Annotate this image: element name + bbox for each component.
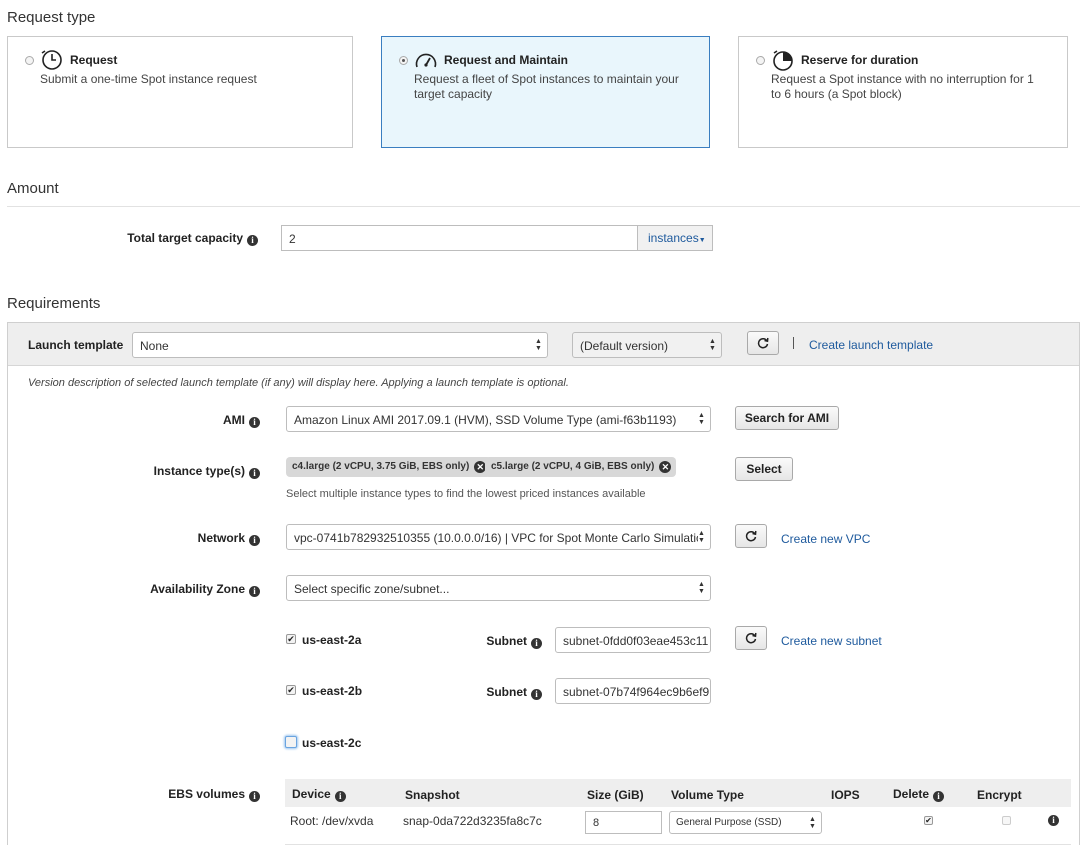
availability-zone-select[interactable]: Select specific zone/subnet... ▲ ▼: [286, 575, 711, 601]
requirements-title: Requirements: [7, 295, 101, 312]
subnet-refresh-button[interactable]: [735, 626, 767, 650]
create-new-vpc-link[interactable]: Create new VPC: [781, 532, 870, 546]
speedometer-icon: [415, 53, 437, 68]
device-column-header: Device i: [292, 787, 346, 802]
instance-types-hint: Select multiple instance types to find t…: [286, 488, 646, 500]
us-east-2a-checkbox[interactable]: ✔: [286, 634, 296, 644]
volume-type-column-header: Volume Type: [671, 788, 744, 802]
ami-value: Amazon Linux AMI 2017.09.1 (HVM), SSD Vo…: [294, 413, 677, 427]
network-value: vpc-0741b782932510355 (10.0.0.0/16) | VP…: [294, 531, 699, 545]
size-column-header: Size (GiB): [587, 788, 644, 802]
select-instance-types-button[interactable]: Select: [735, 457, 793, 481]
instance-types-label: Instance type(s) i: [120, 464, 260, 479]
request-type-title: Request type: [7, 9, 96, 26]
instance-type-chip: c4.large (2 vCPU, 3.75 GiB, EBS only) ✕: [286, 457, 492, 477]
request-radio[interactable]: [25, 56, 34, 65]
encrypt-column-header: Encrypt: [977, 788, 1022, 802]
us-east-2a-subnet-input[interactable]: subnet-0fdd0f03eae453c11: [555, 627, 711, 653]
snapshot-column-header: Snapshot: [405, 788, 460, 802]
refresh-icon: [745, 632, 757, 644]
launch-template-value: None: [140, 339, 169, 353]
us-east-2b-subnet-input[interactable]: subnet-07b74f964ec9b6ef9: [555, 678, 711, 704]
reserve-for-duration-title: Reserve for duration: [801, 53, 919, 67]
network-refresh-button[interactable]: [735, 524, 767, 548]
request-option-title: Request: [70, 53, 118, 67]
request-and-maintain-title: Request and Maintain: [444, 53, 569, 67]
remove-icon[interactable]: ✕: [659, 461, 672, 473]
updown-arrows-icon: ▲ ▼: [698, 581, 705, 595]
volume-type-value: General Purpose (SSD): [676, 817, 782, 828]
network-select[interactable]: vpc-0741b782932510355 (10.0.0.0/16) | VP…: [286, 524, 711, 550]
amount-divider: [7, 206, 1080, 207]
device-cell: Root: /dev/xvda: [290, 814, 374, 828]
request-option-card[interactable]: Request Submit a one-time Spot instance …: [7, 36, 353, 148]
amount-title: Amount: [7, 180, 59, 197]
encrypt-checkbox[interactable]: [1002, 816, 1011, 825]
caret-down-icon: ▼: [698, 237, 706, 244]
capacity-unit-label: instances: [648, 231, 699, 245]
info-icon[interactable]: i: [249, 417, 260, 428]
search-for-ami-button[interactable]: Search for AMI: [735, 406, 839, 430]
request-and-maintain-description: Request a fleet of Spot instances to mai…: [414, 72, 679, 101]
refresh-icon: [745, 530, 757, 542]
volume-size-input[interactable]: 8: [585, 811, 662, 834]
delete-on-termination-checkbox[interactable]: ✔: [924, 816, 933, 825]
request-and-maintain-option-card[interactable]: Request and Maintain Request a fleet of …: [381, 36, 710, 148]
updown-arrows-icon: ▲ ▼: [535, 338, 542, 352]
us-east-2c-label: us-east-2c: [302, 736, 362, 750]
info-icon[interactable]: i: [249, 791, 260, 802]
network-label: Network i: [150, 531, 260, 546]
request-and-maintain-radio[interactable]: [399, 56, 408, 65]
total-target-capacity-input[interactable]: 2: [281, 225, 639, 251]
info-icon[interactable]: i: [531, 638, 542, 649]
updown-arrows-icon: ▲ ▼: [698, 412, 705, 426]
delete-column-header: Delete i: [893, 787, 945, 802]
create-new-subnet-link[interactable]: Create new subnet: [781, 634, 882, 648]
launch-template-select[interactable]: None ▲ ▼: [132, 332, 548, 358]
launch-template-version-value: (Default version): [580, 339, 669, 353]
iops-column-header: IOPS: [831, 788, 860, 802]
volume-type-select[interactable]: General Purpose (SSD) ▲ ▼: [669, 811, 822, 834]
info-icon[interactable]: i: [247, 235, 258, 246]
request-option-description: Submit a one-time Spot instance request: [40, 72, 257, 86]
instance-type-chip: c5.large (2 vCPU, 4 GiB, EBS only) ✕: [485, 457, 677, 477]
us-east-2c-checkbox[interactable]: [285, 736, 297, 748]
snapshot-cell: snap-0da722d3235fa8c7c: [403, 814, 542, 828]
info-icon[interactable]: i: [249, 468, 260, 479]
launch-template-version-select[interactable]: (Default version) ▲ ▼: [572, 332, 722, 358]
reserve-for-duration-description: Request a Spot instance with no interrup…: [771, 72, 1034, 101]
info-icon[interactable]: i: [531, 689, 542, 700]
info-icon[interactable]: i: [249, 535, 260, 546]
updown-arrows-icon: ▲ ▼: [809, 816, 816, 830]
total-target-capacity-label: Total target capacity i: [100, 231, 258, 246]
info-icon[interactable]: i: [249, 586, 260, 597]
info-icon[interactable]: i: [933, 791, 945, 802]
ami-select[interactable]: Amazon Linux AMI 2017.09.1 (HVM), SSD Vo…: [286, 406, 711, 432]
ebs-volumes-label: EBS volumes i: [130, 787, 260, 802]
us-east-2b-checkbox[interactable]: ✔: [286, 685, 296, 695]
availability-zone-label: Availability Zone i: [120, 582, 260, 597]
us-east-2a-label: us-east-2a: [302, 633, 362, 647]
launch-template-label: Launch template: [28, 338, 124, 352]
launch-template-refresh-button[interactable]: [747, 331, 779, 355]
launch-template-note: Version description of selected launch t…: [28, 377, 569, 389]
timer-icon: [773, 50, 793, 71]
reserve-for-duration-option-card[interactable]: Reserve for duration Request a Spot inst…: [738, 36, 1068, 148]
subnet-label: Subnet i: [470, 634, 542, 649]
subnet-label: Subnet i: [470, 685, 542, 700]
clock-icon: [41, 50, 62, 70]
info-icon[interactable]: i: [1048, 815, 1059, 826]
refresh-icon: [757, 337, 769, 349]
separator: [793, 337, 794, 349]
ami-label: AMI i: [150, 413, 260, 428]
updown-arrows-icon: ▲ ▼: [709, 338, 716, 352]
availability-zone-value: Select specific zone/subnet...: [294, 582, 450, 596]
info-icon[interactable]: i: [334, 791, 346, 802]
create-launch-template-link[interactable]: Create launch template: [809, 338, 933, 352]
capacity-unit-dropdown[interactable]: instances▼: [637, 225, 713, 251]
reserve-for-duration-radio[interactable]: [756, 56, 765, 65]
updown-arrows-icon: ▲ ▼: [698, 530, 705, 544]
us-east-2b-label: us-east-2b: [302, 684, 363, 698]
